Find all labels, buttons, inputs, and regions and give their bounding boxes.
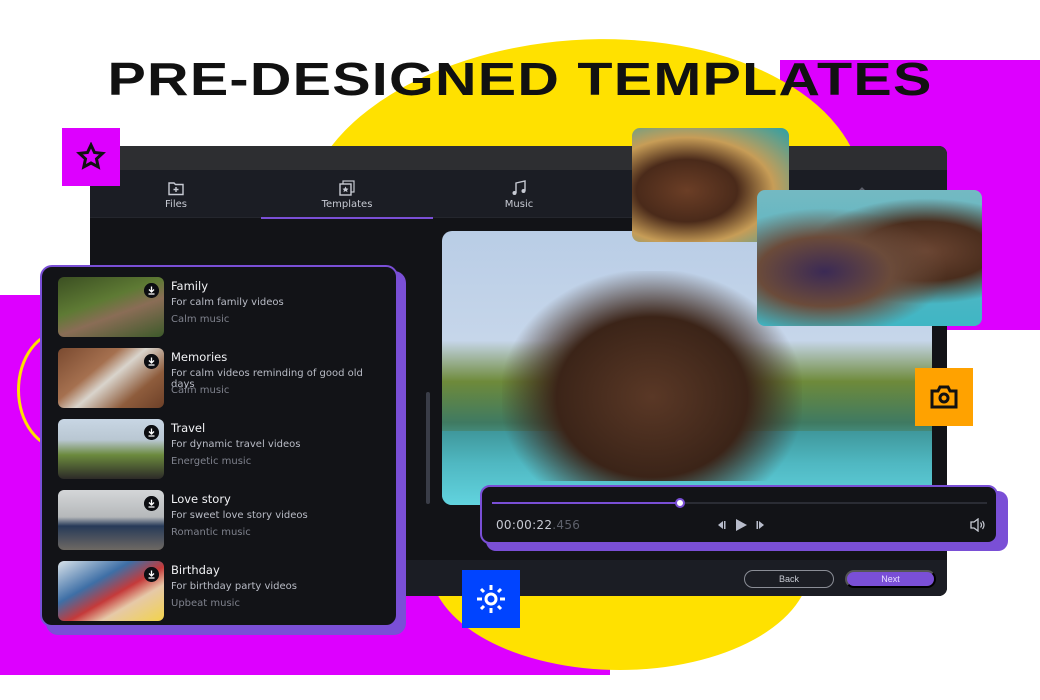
scrollbar[interactable] — [426, 392, 430, 504]
timecode-ms: .456 — [552, 518, 581, 532]
template-music: Energetic music — [171, 456, 252, 467]
template-description: For birthday party videos — [171, 581, 298, 592]
template-name: Birthday — [171, 563, 220, 577]
template-name: Family — [171, 279, 209, 293]
sun-icon — [477, 585, 505, 613]
template-name: Memories — [171, 350, 228, 364]
transport-controls — [716, 518, 766, 532]
template-music: Calm music — [171, 314, 230, 325]
timecode: 00:00:22.456 — [496, 518, 580, 532]
star-icon — [76, 142, 106, 170]
download-icon[interactable] — [144, 354, 159, 369]
templates-star-icon — [339, 179, 355, 196]
back-button[interactable]: Back — [744, 570, 834, 588]
template-name: Love story — [171, 492, 231, 506]
template-description: For calm family videos — [171, 297, 284, 308]
photo-card-kids-pool — [757, 190, 982, 326]
template-item-family[interactable]: Family For calm family videos Calm music — [50, 275, 388, 346]
progress-fill — [492, 502, 681, 504]
tab-label: Files — [165, 198, 187, 210]
camera-badge — [915, 368, 973, 426]
tab-music[interactable]: Music — [433, 170, 605, 218]
template-music: Upbeat music — [171, 598, 240, 609]
template-music: Romantic music — [171, 527, 251, 538]
headline: PRE-DESIGNED TEMPLATES — [107, 53, 933, 105]
play-icon[interactable] — [734, 518, 748, 532]
sun-badge — [462, 570, 520, 628]
download-icon[interactable] — [144, 567, 159, 582]
tab-templates[interactable]: Templates — [261, 170, 433, 219]
tab-label: Templates — [321, 198, 373, 210]
download-icon[interactable] — [144, 425, 159, 440]
template-item-love-story[interactable]: Love story For sweet love story videos R… — [50, 488, 388, 559]
tab-label: Music — [504, 198, 534, 210]
template-item-travel[interactable]: Travel For dynamic travel videos Energet… — [50, 417, 388, 488]
download-icon[interactable] — [144, 496, 159, 511]
prev-frame-icon[interactable] — [716, 520, 726, 530]
timecode-main: 00:00:22 — [496, 518, 553, 532]
camera-icon — [930, 385, 958, 409]
player-controls: 00:00:22.456 — [480, 485, 998, 544]
progress-bar[interactable] — [492, 498, 987, 508]
download-icon[interactable] — [144, 283, 159, 298]
progress-knob[interactable] — [675, 498, 686, 508]
template-item-memories[interactable]: Memories For calm videos reminding of go… — [50, 346, 388, 417]
template-name: Travel — [171, 421, 206, 435]
templates-list: Family For calm family videos Calm music… — [40, 265, 398, 627]
next-frame-icon[interactable] — [756, 520, 766, 530]
template-description: For dynamic travel videos — [171, 439, 301, 450]
template-music: Calm music — [171, 385, 230, 396]
star-badge — [62, 128, 120, 186]
folder-plus-icon — [168, 181, 184, 195]
music-note-icon — [512, 179, 526, 195]
title-bar — [90, 146, 947, 170]
template-description: For sweet love story videos — [171, 510, 308, 521]
template-item-birthday[interactable]: Birthday For birthday party videos Upbea… — [50, 559, 388, 630]
volume-icon[interactable] — [970, 518, 986, 532]
next-button[interactable]: Next — [845, 570, 936, 588]
